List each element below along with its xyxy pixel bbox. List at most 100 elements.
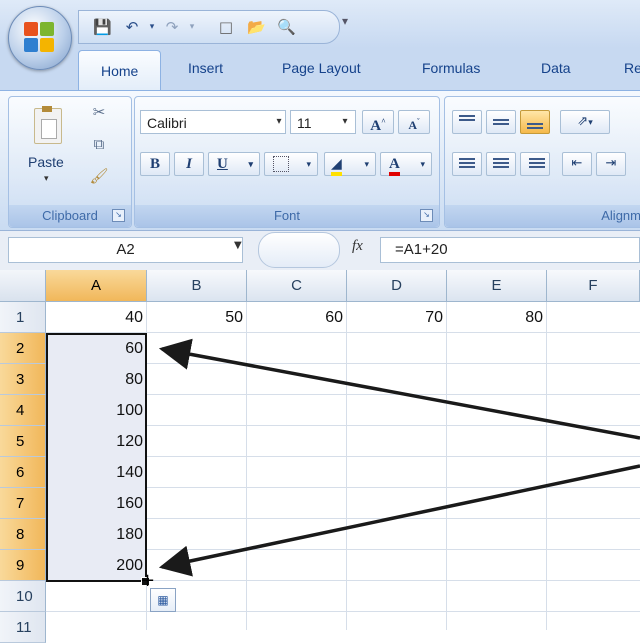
align-middle-icon [493, 119, 509, 121]
paste-icon [34, 106, 62, 144]
align-center-button[interactable] [486, 152, 516, 176]
row-header-10[interactable]: 10 [0, 581, 46, 612]
insert-function-button[interactable]: fx [352, 238, 363, 255]
row-header-2[interactable]: 2 [0, 333, 46, 364]
align-bottom-icon [527, 123, 543, 125]
clipboard-group-label: Clipboard ↘ [9, 205, 131, 227]
tab-home[interactable]: Home [78, 50, 162, 91]
row-header-1[interactable]: 1 [0, 302, 46, 333]
bold-button[interactable]: B [140, 152, 170, 176]
cell-a1[interactable]: 40 [46, 302, 146, 333]
tab-page-layout[interactable]: Page Layout [282, 60, 361, 76]
underline-button[interactable]: U ▾ [208, 152, 260, 176]
borders-icon [273, 156, 289, 173]
increase-indent-icon: ⇥ [605, 156, 617, 171]
column-header-f[interactable]: F [547, 270, 640, 302]
cell-a5[interactable]: 120 [46, 426, 146, 457]
undo-dropdown-icon[interactable]: ▾ [143, 18, 161, 36]
clipboard-launcher-icon[interactable]: ↘ [112, 209, 125, 222]
auto-fill-options-button[interactable]: ▦ [150, 588, 176, 612]
name-box-dropdown-icon[interactable]: ▼ [234, 240, 242, 251]
column-header-e[interactable]: E [447, 270, 547, 302]
auto-fill-options-icon: ▦ [157, 593, 169, 607]
tab-insert[interactable]: Insert [188, 60, 223, 76]
row-header-5[interactable]: 5 [0, 426, 46, 457]
increase-indent-button[interactable]: ⇥ [596, 152, 626, 176]
font-name-select[interactable]: Calibri [140, 110, 286, 134]
customize-qat-icon[interactable]: ▾ [342, 14, 348, 28]
row-header-7[interactable]: 7 [0, 488, 46, 519]
tab-formulas[interactable]: Formulas [422, 60, 480, 76]
orientation-button[interactable]: ⇗▾ [560, 110, 610, 134]
row-header-3[interactable]: 3 [0, 364, 46, 395]
font-launcher-icon[interactable]: ↘ [420, 209, 433, 222]
align-top-button[interactable] [452, 110, 482, 134]
column-header-a[interactable]: A [46, 270, 147, 302]
align-bottom-button[interactable] [520, 110, 550, 134]
decrease-indent-button[interactable]: ⇤ [562, 152, 592, 176]
formula-input[interactable]: =A1+20 [380, 237, 640, 263]
office-button[interactable] [8, 6, 72, 70]
cell-a4[interactable]: 100 [46, 395, 146, 426]
cell-a9[interactable]: 200 [46, 550, 146, 581]
row-header-11[interactable]: 11 [0, 612, 46, 643]
column-header-d[interactable]: D [347, 270, 447, 302]
copy-icon[interactable]: ⧉ [88, 134, 110, 154]
cell-a2[interactable]: 60 [46, 333, 146, 364]
redo-icon[interactable]: ↷ [163, 18, 181, 36]
paste-label: Paste [28, 154, 64, 170]
undo-icon[interactable]: ↶ [123, 18, 141, 36]
tab-data[interactable]: Data [541, 60, 571, 76]
cut-icon[interactable]: ✂ [88, 102, 110, 122]
cell-a3[interactable]: 80 [46, 364, 146, 395]
borders-button[interactable]: ▾ [264, 152, 318, 176]
cell-a7[interactable]: 160 [46, 488, 146, 519]
italic-button[interactable]: I [174, 152, 204, 176]
align-right-icon [529, 158, 545, 160]
paste-button[interactable]: Paste ▾ [22, 100, 78, 192]
row-header-8[interactable]: 8 [0, 519, 46, 550]
font-size-dropdown-icon[interactable]: ▾ [334, 112, 356, 132]
grow-font-button[interactable]: A^ [362, 110, 394, 134]
font-color-button[interactable]: A ▾ [380, 152, 432, 176]
tab-review[interactable]: Re [624, 60, 640, 76]
row-header-9[interactable]: 9 [0, 550, 46, 581]
print-preview-icon[interactable]: 🔍 [277, 18, 296, 36]
cell-c1[interactable]: 60 [247, 302, 346, 333]
new-icon[interactable]: □ [217, 18, 235, 36]
cell-d1[interactable]: 70 [347, 302, 446, 333]
formula-buttons [258, 232, 340, 268]
quick-access-toolbar: 💾 ↶ ▾ ↷ ▾ □ 📂 🔍 [78, 10, 340, 44]
format-painter-icon[interactable]: 🖌 [88, 166, 110, 186]
gridline [46, 611, 640, 612]
font-color-icon: A [389, 156, 400, 176]
cell-e1[interactable]: 80 [447, 302, 546, 333]
cell-a6[interactable]: 140 [46, 457, 146, 488]
office-logo-icon [24, 22, 56, 54]
cell-b1[interactable]: 50 [147, 302, 246, 333]
align-left-button[interactable] [452, 152, 482, 176]
row-header-4[interactable]: 4 [0, 395, 46, 426]
align-right-button[interactable] [520, 152, 550, 176]
redo-dropdown-icon[interactable]: ▾ [183, 18, 201, 36]
align-center-icon [493, 158, 509, 160]
select-all-button[interactable] [0, 270, 46, 302]
fill-color-button[interactable]: ◢ ▾ [324, 152, 376, 176]
column-header-c[interactable]: C [247, 270, 347, 302]
paste-dropdown-icon: ▾ [44, 174, 49, 184]
open-icon[interactable]: 📂 [247, 18, 266, 36]
alignment-group-label: Alignm [445, 205, 640, 227]
cell-a8[interactable]: 180 [46, 519, 146, 550]
shrink-font-button[interactable]: Aˇ [398, 110, 430, 134]
align-left-icon [459, 158, 475, 160]
decrease-indent-icon: ⇤ [571, 156, 583, 171]
column-header-b[interactable]: B [147, 270, 247, 302]
fill-color-icon: ◢ [331, 156, 342, 176]
font-group-label: Font ↘ [135, 205, 439, 227]
row-header-6[interactable]: 6 [0, 457, 46, 488]
save-icon[interactable]: 💾 [93, 18, 112, 36]
align-top-icon [459, 115, 475, 117]
font-name-dropdown-icon[interactable]: ▾ [268, 112, 290, 132]
align-middle-button[interactable] [486, 110, 516, 134]
name-box[interactable]: A2 [8, 237, 243, 263]
